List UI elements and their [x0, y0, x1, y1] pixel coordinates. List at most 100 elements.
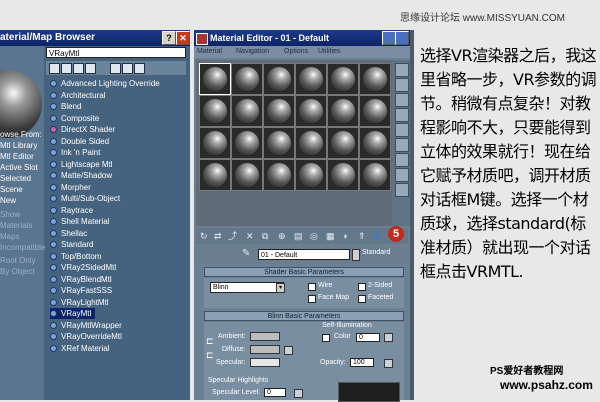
diffuse-map-button[interactable]	[284, 346, 293, 355]
diffuse-color-swatch[interactable]	[250, 345, 280, 354]
face-map-checkbox[interactable]	[308, 295, 316, 303]
sample-slot[interactable]	[263, 95, 295, 127]
browse-from-option[interactable]: Mtl Library	[0, 141, 37, 150]
show-option[interactable]: Maps	[0, 232, 20, 241]
browse-from-option[interactable]: Scene	[0, 185, 23, 194]
put-to-scene-icon[interactable]: ⇄	[214, 231, 222, 241]
menu-material[interactable]: Material	[197, 46, 222, 58]
show-option[interactable]: Show	[0, 210, 20, 219]
self-illum-color-checkbox[interactable]	[322, 334, 330, 342]
sample-slot[interactable]	[295, 95, 327, 127]
menu-navigation[interactable]: Navigation	[236, 46, 269, 58]
sample-slot[interactable]	[359, 159, 391, 191]
blinn-basic-parameters-rollout[interactable]: Blinn Basic Parameters	[204, 311, 404, 321]
make-unique-icon[interactable]: ⊕	[278, 231, 286, 241]
material-type-button[interactable]: Standard	[362, 249, 390, 256]
material-list-item[interactable]: Standard	[50, 239, 93, 250]
opacity-value[interactable]: 100	[350, 358, 374, 367]
sample-slot[interactable]	[231, 63, 263, 95]
browse-from-option[interactable]: owse From:	[0, 130, 42, 139]
sample-slot[interactable]	[231, 127, 263, 159]
go-forward-to-sibling-icon[interactable]: ▮	[374, 231, 379, 241]
clear-icon[interactable]	[134, 63, 145, 74]
sample-slot[interactable]	[199, 95, 231, 127]
shader-type-dropdown[interactable]: Blinn	[210, 282, 284, 293]
sample-slot[interactable]	[263, 127, 295, 159]
material-list-item[interactable]: Shellac	[50, 228, 87, 239]
background-icon[interactable]	[395, 93, 409, 107]
shader-basic-parameters-rollout[interactable]: Shader Basic Parameters	[204, 267, 404, 277]
browse-from-option[interactable]: Selected	[0, 174, 31, 183]
options-icon[interactable]	[395, 153, 409, 167]
menu-options[interactable]: Options	[284, 46, 308, 58]
show-option[interactable]: Materials	[0, 221, 32, 230]
help-button[interactable]: ?	[162, 31, 176, 45]
select-by-material-icon[interactable]	[395, 168, 409, 182]
sample-slot[interactable]	[327, 159, 359, 191]
faceted-checkbox[interactable]	[358, 295, 366, 303]
show-map-in-viewport-icon[interactable]: ▦	[326, 231, 335, 241]
material-list-item[interactable]: XRef Material	[50, 343, 109, 354]
material-list-item[interactable]: Composite	[50, 113, 99, 124]
go-to-parent-icon[interactable]: ⇑	[358, 231, 366, 241]
sample-slot[interactable]	[199, 159, 231, 191]
reset-map-icon[interactable]: ✕	[246, 231, 254, 241]
material-list-item[interactable]: Blend	[50, 101, 81, 112]
sample-uv-tiling-icon[interactable]	[395, 108, 409, 122]
self-illum-value[interactable]: 0	[356, 333, 380, 342]
ambient-color-swatch[interactable]	[250, 332, 280, 341]
material-list-item[interactable]: Top/Bottom	[50, 251, 101, 262]
put-to-library-icon[interactable]: ▤	[294, 231, 303, 241]
sample-slot[interactable]	[359, 127, 391, 159]
browse-from-option[interactable]: Active Slot	[0, 163, 38, 172]
chevron-down-icon[interactable]: ▾	[276, 283, 285, 293]
material-list-item[interactable]: Raytrace	[50, 205, 93, 216]
specular-color-swatch[interactable]	[250, 358, 280, 367]
sample-slot[interactable]	[295, 159, 327, 191]
view-large-icons-icon[interactable]	[85, 63, 96, 74]
sample-slot[interactable]	[199, 127, 231, 159]
assign-to-selection-icon[interactable]: ⤴	[228, 231, 237, 241]
minimize-icon[interactable]	[382, 31, 396, 45]
material-list-item[interactable]: VRayFastSSS	[50, 285, 112, 296]
material-list-item[interactable]: Shell Material	[50, 216, 109, 227]
material-name-input[interactable]: 01 - Default	[258, 249, 350, 260]
material-list-item[interactable]: Double Sided	[50, 136, 109, 147]
sample-slot[interactable]	[327, 63, 359, 95]
material-list-item[interactable]: Matte/Shadow	[50, 170, 112, 181]
video-color-check-icon[interactable]	[395, 123, 409, 137]
sample-slot[interactable]	[231, 95, 263, 127]
specular-level-map-button[interactable]	[294, 389, 303, 398]
browse-from-option[interactable]: New	[0, 196, 16, 205]
sample-slot[interactable]	[295, 63, 327, 95]
view-small-icons-icon[interactable]	[73, 63, 84, 74]
view-list-icons-icon[interactable]	[61, 63, 72, 74]
sample-slot[interactable]	[295, 127, 327, 159]
sample-slot[interactable]	[327, 127, 359, 159]
material-list-item[interactable]: Architectural	[50, 90, 105, 101]
sample-slot[interactable]	[359, 63, 391, 95]
material-effects-channel-icon[interactable]: ◎	[310, 231, 318, 241]
lock-ambient-diffuse-icon[interactable]: ⊏	[206, 336, 214, 347]
make-copy-icon[interactable]: ⧉	[262, 231, 268, 241]
material-list-item[interactable]: Multi/Sub-Object	[50, 193, 120, 204]
material-list-item[interactable]: Ink 'n Paint	[50, 147, 100, 158]
make-preview-icon[interactable]	[395, 138, 409, 152]
get-material-icon[interactable]: ↻	[200, 231, 208, 241]
material-list-item[interactable]: Advanced Lighting Override	[50, 78, 160, 89]
material-list-item[interactable]: VRayOverrideMtl	[50, 331, 122, 342]
sample-slot[interactable]	[263, 63, 295, 95]
sample-type-icon[interactable]	[395, 63, 409, 77]
two-sided-checkbox[interactable]	[358, 283, 366, 291]
browse-from-option[interactable]: Mtl Editor	[0, 152, 34, 161]
self-illum-map-button[interactable]	[384, 333, 393, 342]
sample-slot[interactable]	[199, 63, 231, 95]
wire-checkbox[interactable]	[308, 283, 316, 291]
maximize-icon[interactable]	[395, 31, 409, 45]
material-list-item[interactable]: VRay2SidedMtl	[50, 262, 116, 273]
material-list-item[interactable]: Morpher	[50, 182, 91, 193]
sample-slot[interactable]	[231, 159, 263, 191]
opacity-map-button[interactable]	[384, 359, 393, 368]
show-option[interactable]: By Object	[0, 267, 35, 276]
material-list-item[interactable]: VRayMtl	[50, 308, 96, 319]
